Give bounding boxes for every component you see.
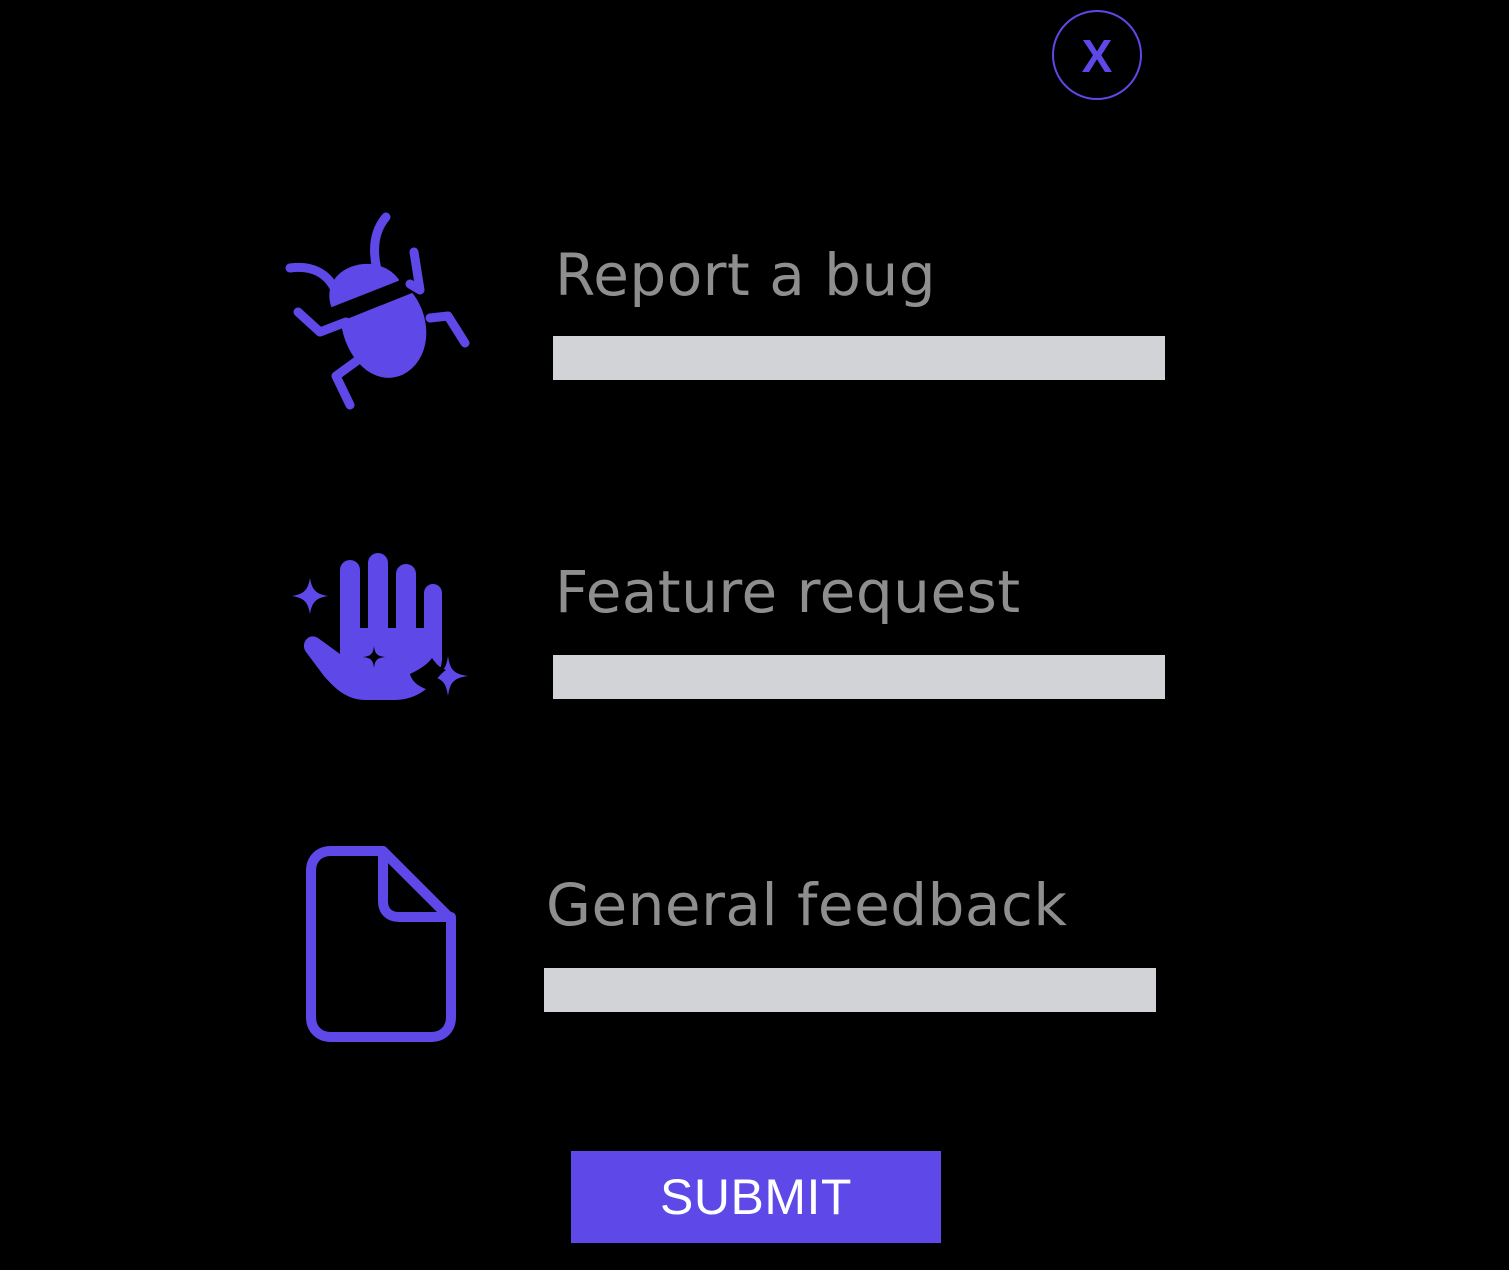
- feature-request-field[interactable]: [553, 655, 1165, 699]
- option-label-general-feedback: General feedback: [546, 871, 1068, 939]
- option-label-feature-request: Feature request: [555, 558, 1021, 626]
- bug-icon: [285, 212, 470, 410]
- hand-sparkles-icon: [292, 553, 468, 700]
- document-icon: [306, 846, 456, 1042]
- close-icon: X: [1082, 30, 1113, 82]
- option-label-report-bug: Report a bug: [555, 241, 937, 309]
- svg-text:X: X: [1082, 30, 1113, 82]
- report-bug-field[interactable]: [553, 336, 1165, 380]
- general-feedback-field[interactable]: [544, 968, 1156, 1012]
- close-button[interactable]: X: [1052, 10, 1142, 100]
- submit-button[interactable]: SUBMIT: [571, 1151, 941, 1243]
